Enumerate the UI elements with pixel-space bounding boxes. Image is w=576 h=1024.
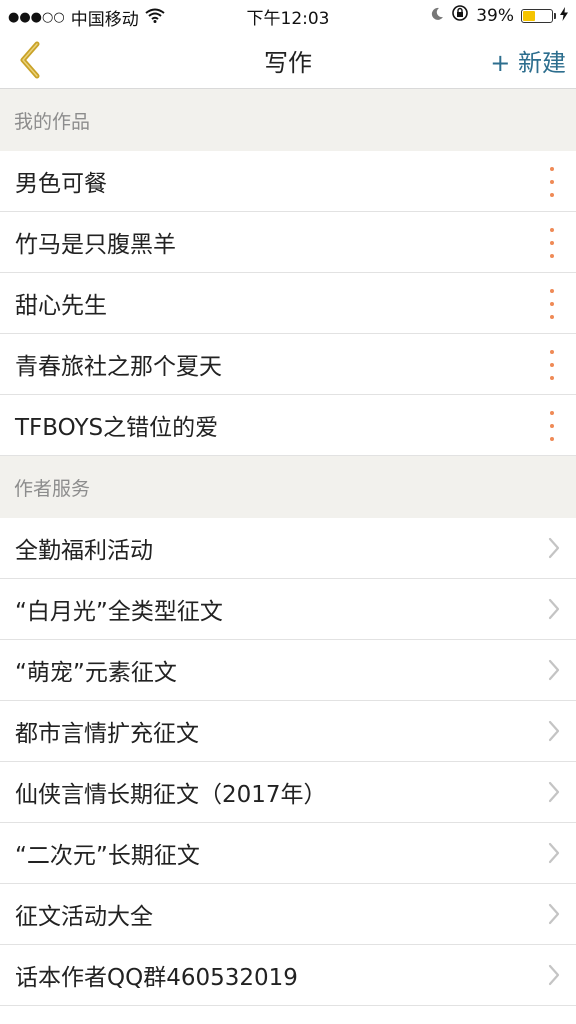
- list-item[interactable]: “萌宠”元素征文: [0, 640, 576, 701]
- list-item[interactable]: 男色可餐: [0, 151, 576, 212]
- service-label: 都市言情扩充征文: [15, 721, 199, 747]
- service-label: 全勤福利活动: [15, 538, 153, 564]
- status-bar: ●●●○○ 中国移动 下午12:03 39%: [0, 0, 576, 30]
- service-label: 话本作者QQ群460532019: [15, 965, 298, 991]
- more-options-icon[interactable]: [542, 167, 562, 197]
- my-works-list: 男色可餐 竹马是只腹黑羊 甜心先生 青春旅社之那个夏天 TFBOYS之错位的爱: [0, 151, 576, 456]
- service-label: “二次元”长期征文: [15, 843, 200, 869]
- list-item[interactable]: 征文活动大全: [0, 884, 576, 945]
- more-options-icon[interactable]: [542, 411, 562, 441]
- work-title: 男色可餐: [15, 171, 107, 197]
- service-label: “白月光”全类型征文: [15, 599, 223, 625]
- list-item[interactable]: 甜心先生: [0, 273, 576, 334]
- moon-icon: [430, 6, 444, 26]
- list-item[interactable]: “白月光”全类型征文: [0, 579, 576, 640]
- service-label: 征文活动大全: [15, 904, 153, 930]
- more-options-icon[interactable]: [542, 289, 562, 319]
- chevron-right-icon: [548, 659, 560, 681]
- battery-percent: 39%: [476, 5, 514, 26]
- new-work-button[interactable]: + 新建: [490, 43, 566, 78]
- list-item[interactable]: TFBOYS之错位的爱: [0, 395, 576, 456]
- chevron-right-icon: [548, 720, 560, 742]
- more-options-icon[interactable]: [542, 350, 562, 380]
- section-header-author-services: 作者服务: [0, 456, 576, 518]
- list-item[interactable]: 仙侠言情长期征文（2017年）: [0, 762, 576, 823]
- chevron-right-icon: [548, 903, 560, 925]
- section-header-my-works: 我的作品: [0, 89, 576, 151]
- list-item[interactable]: 全勤福利活动: [0, 518, 576, 579]
- chevron-right-icon: [548, 781, 560, 803]
- chevron-right-icon: [548, 598, 560, 620]
- service-label: 仙侠言情长期征文（2017年）: [15, 782, 327, 808]
- more-options-icon[interactable]: [542, 228, 562, 258]
- work-title: 青春旅社之那个夏天: [15, 354, 222, 380]
- work-title: 竹马是只腹黑羊: [15, 232, 176, 258]
- service-label: “萌宠”元素征文: [15, 660, 177, 686]
- list-item[interactable]: 话本作者QQ群460532019: [0, 945, 576, 1006]
- list-item[interactable]: 竹马是只腹黑羊: [0, 212, 576, 273]
- list-item[interactable]: “二次元”长期征文: [0, 823, 576, 884]
- list-item[interactable]: 都市言情扩充征文: [0, 701, 576, 762]
- chevron-right-icon: [548, 964, 560, 986]
- charging-icon: [560, 6, 568, 26]
- navigation-bar: 写作 + 新建: [0, 30, 576, 89]
- battery-icon: [521, 8, 556, 23]
- work-title: TFBOYS之错位的爱: [15, 415, 219, 441]
- list-item[interactable]: 青春旅社之那个夏天: [0, 334, 576, 395]
- chevron-right-icon: [548, 537, 560, 559]
- author-services-list: 全勤福利活动 “白月光”全类型征文 “萌宠”元素征文 都市言情扩充征文 仙侠言情…: [0, 518, 576, 1006]
- status-right: 39%: [430, 4, 568, 27]
- chevron-right-icon: [548, 842, 560, 864]
- work-title: 甜心先生: [15, 293, 107, 319]
- rotation-lock-icon: [451, 4, 469, 27]
